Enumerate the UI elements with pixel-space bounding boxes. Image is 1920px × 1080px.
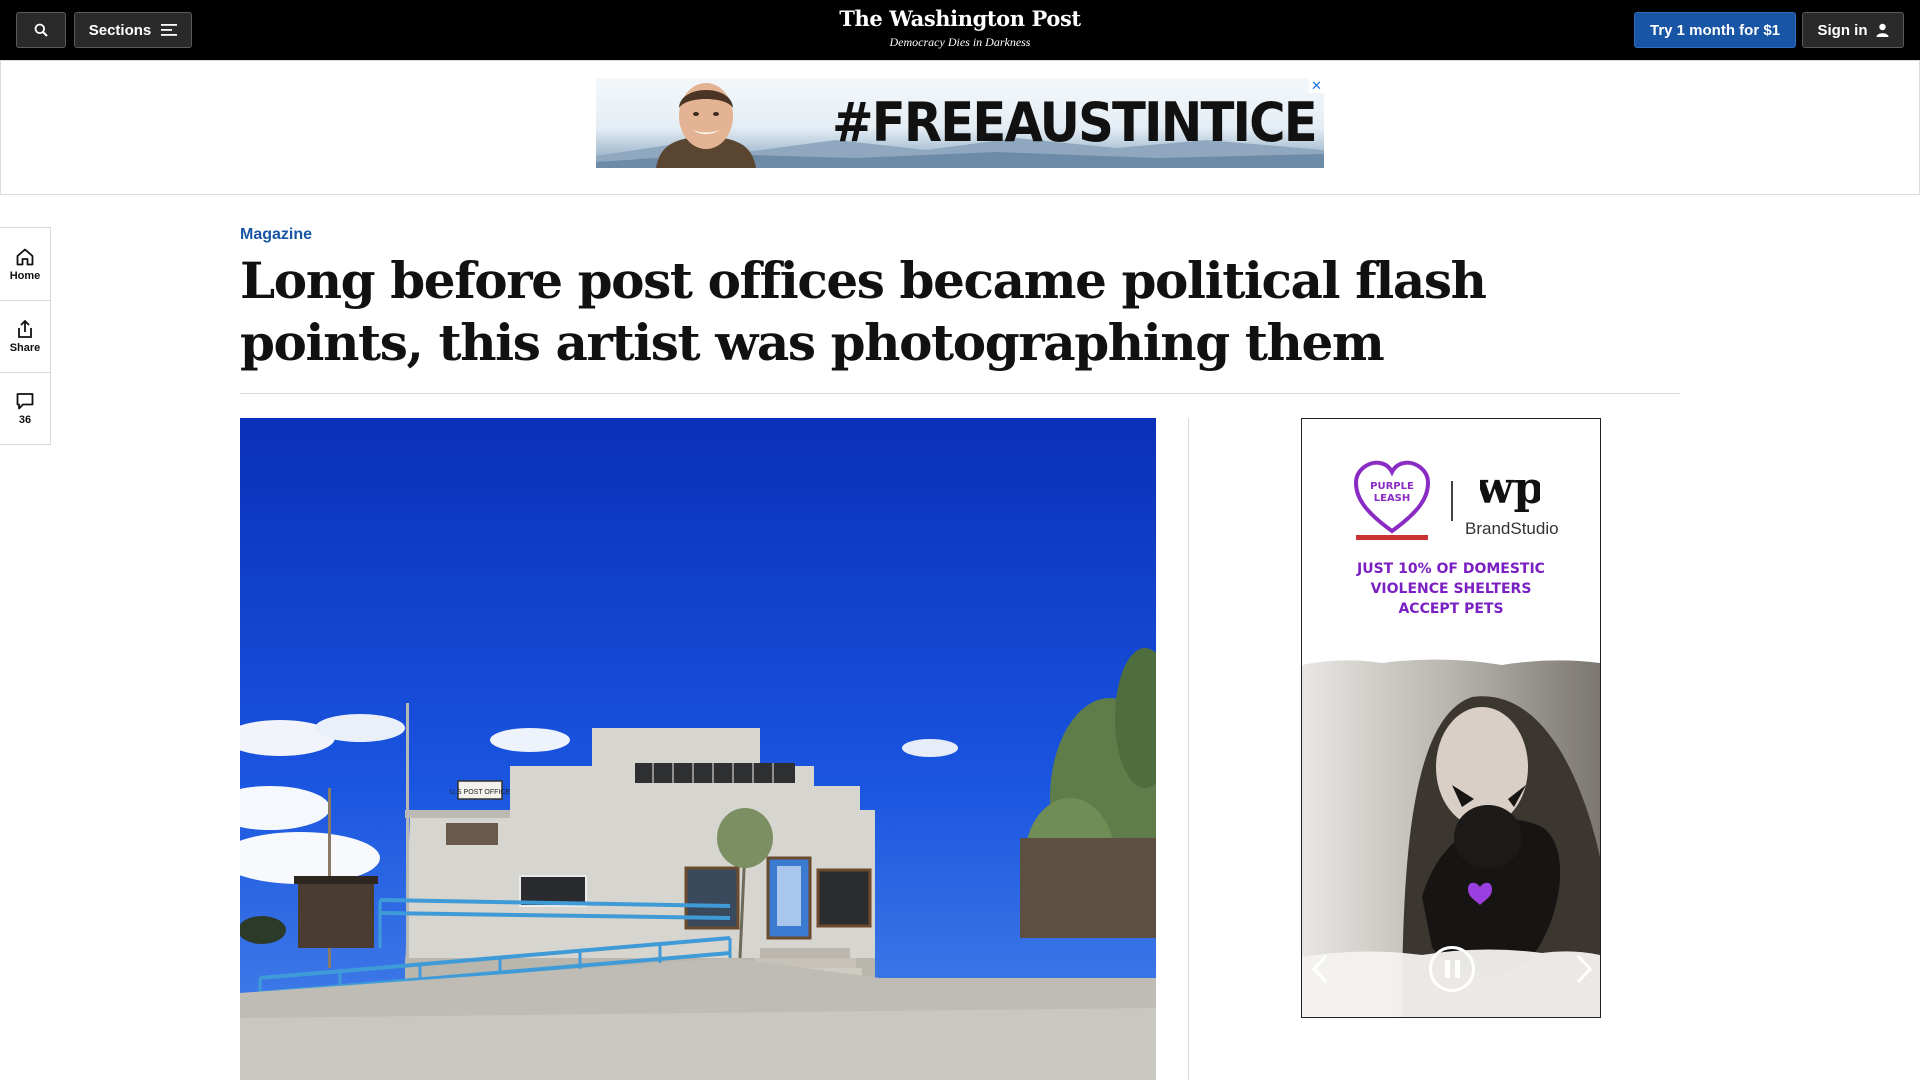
sign-in-button[interactable]: Sign in <box>1802 12 1904 48</box>
sidebar-ad[interactable]: PURPLE LEASH wp BrandStudio JUST 10% OF … <box>1301 418 1601 1018</box>
pause-icon-bar-right <box>1454 960 1460 978</box>
brand-tagline: Democracy Dies in Darkness <box>889 35 1031 49</box>
comment-icon <box>16 393 34 410</box>
comment-count: 36 <box>18 414 32 426</box>
rail-share[interactable]: Share <box>0 300 50 372</box>
ad-pause-button[interactable] <box>1429 946 1475 992</box>
side-ad-headline-line-2: VIOLENCE SHELTERS <box>1370 581 1532 597</box>
search-button[interactable] <box>16 12 66 48</box>
ad-previous-arrow-icon[interactable] <box>1308 952 1334 986</box>
ad-logo-divider <box>1451 481 1453 521</box>
sign-in-label: Sign in <box>1817 21 1868 39</box>
user-icon <box>1876 23 1888 37</box>
home-icon <box>16 248 34 265</box>
side-ad-headline-line-3: ACCEPT PETS <box>1398 601 1504 617</box>
sections-menu-button[interactable]: Sections <box>74 12 192 48</box>
rail-home[interactable]: Home <box>0 228 50 300</box>
article-headline: Long before post offices became politica… <box>240 251 1487 372</box>
rail-comments[interactable]: 36 <box>0 372 50 444</box>
sections-label: Sections <box>88 21 152 39</box>
side-ad-headline-line-1: JUST 10% OF DOMESTIC <box>1357 561 1545 577</box>
site-brand[interactable]: The Washington Post Democracy Dies in Da… <box>760 6 1160 50</box>
wp-monogram-icon: wp <box>1480 463 1540 513</box>
ad-portrait-image <box>656 83 756 168</box>
brandstudio-label: BrandStudio <box>1465 519 1559 538</box>
column-divider <box>1188 418 1189 1080</box>
subscribe-button[interactable]: Try 1 month for $1 <box>1634 12 1796 48</box>
ad-headline: #FREEAUSTINTICE <box>832 91 1318 154</box>
ad-close-icon[interactable]: ✕ <box>1309 78 1324 93</box>
pause-icon-bar-left <box>1444 960 1450 978</box>
lead-photo[interactable]: U.S POST OFFICE <box>240 418 1156 1080</box>
left-action-rail: Home Share 36 <box>0 227 51 445</box>
rail-share-label: Share <box>9 342 41 354</box>
share-icon <box>18 319 32 338</box>
top-ad-banner[interactable]: #FREEAUSTINTICE <box>596 78 1324 168</box>
section-kicker-link[interactable]: Magazine <box>240 226 312 244</box>
rail-home-label: Home <box>9 269 41 282</box>
brand-logo-text[interactable]: The Washington Post <box>760 6 1160 32</box>
headline-divider <box>240 393 1680 394</box>
search-icon <box>34 23 48 37</box>
ad-next-arrow-icon[interactable] <box>1570 952 1596 986</box>
svg-text:PURPLE: PURPLE <box>1370 481 1414 492</box>
post-office-sign: U.S POST OFFICE <box>450 789 510 796</box>
svg-text:wp: wp <box>1480 463 1540 513</box>
svg-text:LEASH: LEASH <box>1374 493 1411 504</box>
side-ad-headline: JUST 10% OF DOMESTIC VIOLENCE SHELTERS A… <box>1302 559 1600 619</box>
post-office-photo-illustration: U.S POST OFFICE <box>240 418 1156 1080</box>
top-navigation-bar: Sections The Washington Post Democracy D… <box>0 0 1920 60</box>
hamburger-menu-icon <box>161 24 178 36</box>
purple-leash-logo-icon: PURPLE LEASH <box>1353 460 1431 540</box>
